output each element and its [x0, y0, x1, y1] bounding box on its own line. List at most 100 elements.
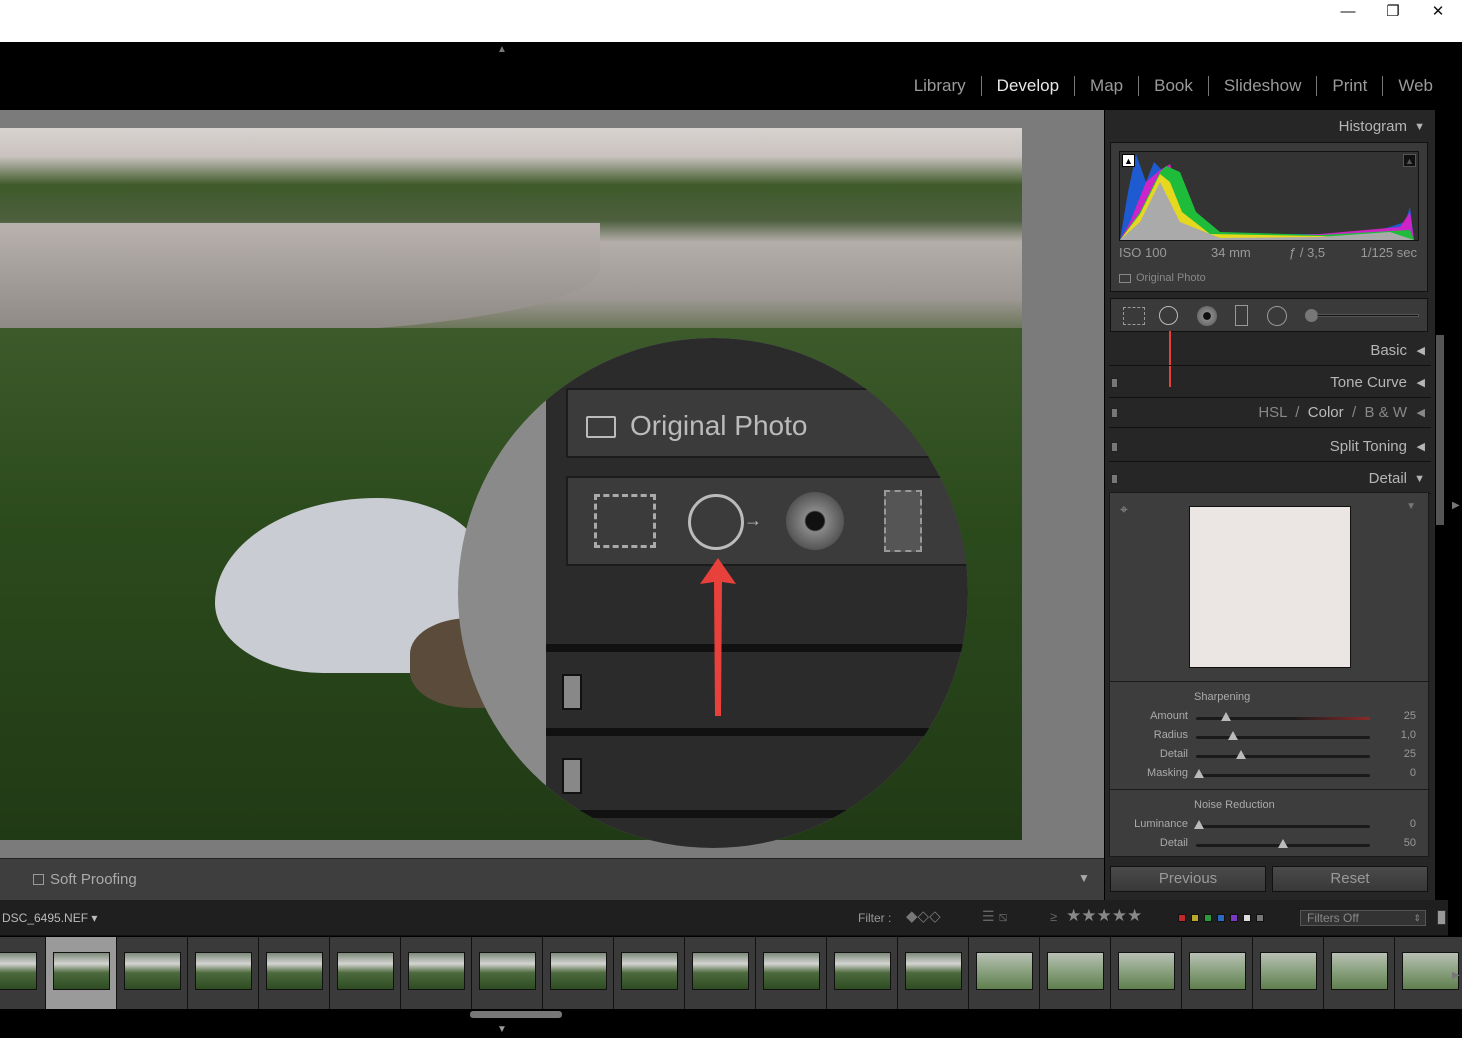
color-label-filter[interactable]	[1256, 914, 1264, 922]
crop-tool-icon[interactable]	[1123, 307, 1145, 325]
panel-split-toning[interactable]: Split Toning ◀	[1109, 432, 1431, 462]
color-label-filter[interactable]	[1178, 914, 1186, 922]
reset-button[interactable]: Reset	[1272, 866, 1428, 892]
highlight-clipping-icon[interactable]: ▲	[1403, 154, 1416, 167]
filmstrip-scrollbar[interactable]	[470, 1011, 562, 1018]
collapse-top-icon[interactable]: ▲	[497, 44, 507, 55]
slider-value[interactable]: 25	[1404, 710, 1416, 722]
graduated-filter-icon[interactable]	[1235, 305, 1248, 326]
filmstrip-thumbnail[interactable]	[827, 937, 898, 1009]
detail-preview[interactable]	[1189, 506, 1351, 668]
slider-value[interactable]: 1,0	[1401, 729, 1416, 741]
edit-filter-icons[interactable]: ☰ ⧅	[982, 908, 1007, 925]
histogram-header[interactable]: Histogram ▼	[1109, 112, 1431, 142]
tool-slider[interactable]	[1317, 314, 1419, 317]
slider-detail[interactable]: Detail 50	[1110, 835, 1430, 854]
slider-track[interactable]	[1196, 736, 1370, 739]
slider-track[interactable]	[1196, 755, 1370, 758]
panel-switch[interactable]	[1111, 442, 1118, 452]
collapse-right-icon[interactable]: ▶	[1452, 500, 1460, 511]
shadow-clipping-icon[interactable]: ▲	[1122, 154, 1135, 167]
panel-tone-curve[interactable]: Tone Curve ◀	[1109, 368, 1431, 398]
filmstrip-thumbnail[interactable]	[188, 937, 259, 1009]
rating-operator[interactable]: ≥	[1050, 909, 1057, 924]
slider-track[interactable]	[1196, 825, 1370, 828]
tab-hsl[interactable]: HSL	[1258, 404, 1287, 421]
color-label-filter[interactable]	[1217, 914, 1225, 922]
module-print[interactable]: Print	[1316, 76, 1382, 96]
preview-menu-icon[interactable]: ▼	[1406, 501, 1416, 512]
slider-thumb[interactable]	[1194, 820, 1205, 829]
color-label-filter[interactable]	[1243, 914, 1251, 922]
slider-value[interactable]: 25	[1404, 748, 1416, 760]
module-web[interactable]: Web	[1382, 76, 1448, 96]
slider-thumb[interactable]	[1220, 712, 1231, 721]
slider-thumb[interactable]	[1227, 731, 1238, 740]
tab-color[interactable]: Color	[1308, 404, 1344, 421]
color-label-filter[interactable]	[1230, 914, 1238, 922]
filename-label[interactable]: DSC_6495.NEF ▾	[2, 911, 97, 925]
slider-luminance[interactable]: Luminance 0	[1110, 816, 1430, 835]
panel-switch[interactable]	[1111, 408, 1118, 418]
filter-lock-switch[interactable]	[1437, 910, 1446, 925]
soft-proofing-checkbox[interactable]	[33, 874, 44, 885]
panel-detail[interactable]: Detail ▼	[1109, 464, 1431, 494]
original-photo-checkbox[interactable]	[1119, 274, 1131, 283]
tab-bw[interactable]: B & W	[1364, 404, 1407, 421]
filmstrip-thumbnail[interactable]	[1040, 937, 1111, 1009]
filmstrip-thumbnail[interactable]	[1111, 937, 1182, 1009]
collapse-bottom-icon[interactable]: ▼	[497, 1024, 507, 1035]
toolbar-menu-icon[interactable]: ▼	[1078, 871, 1090, 885]
filmstrip-thumbnail[interactable]	[898, 937, 969, 1009]
module-library[interactable]: Library	[899, 76, 981, 96]
filmstrip-thumbnail[interactable]	[756, 937, 827, 1009]
radial-filter-icon[interactable]	[1267, 306, 1287, 326]
panel-basic[interactable]: Basic ◀	[1109, 336, 1431, 366]
filmstrip-thumbnail[interactable]	[259, 937, 330, 1009]
slider-thumb[interactable]	[1194, 769, 1205, 778]
filmstrip-thumbnail[interactable]	[1182, 937, 1253, 1009]
filmstrip-thumbnail[interactable]	[401, 937, 472, 1009]
panel-switch[interactable]	[1111, 474, 1118, 484]
slider-detail[interactable]: Detail 25	[1110, 746, 1430, 765]
color-label-filter[interactable]	[1204, 914, 1212, 922]
slider-masking[interactable]: Masking 0	[1110, 765, 1430, 784]
module-book[interactable]: Book	[1138, 76, 1208, 96]
filmstrip-scroll-right-icon[interactable]: ▶	[1452, 970, 1460, 981]
slider-value[interactable]: 0	[1410, 767, 1416, 779]
previous-button[interactable]: Previous	[1110, 866, 1266, 892]
slider-thumb[interactable]	[1278, 839, 1288, 848]
close-button[interactable]: ✕	[1415, 0, 1461, 30]
filmstrip-thumbnail[interactable]	[969, 937, 1040, 1009]
color-label-filter[interactable]	[1191, 914, 1199, 922]
filmstrip-thumbnail[interactable]	[330, 937, 401, 1009]
slider-value[interactable]: 0	[1410, 818, 1416, 830]
filmstrip-thumbnail[interactable]	[472, 937, 543, 1009]
flag-filter-icons[interactable]: ◆◇◇	[906, 907, 941, 925]
module-map[interactable]: Map	[1074, 76, 1138, 96]
panel-hsl-color-bw[interactable]: HSL / Color / B & W ◀	[1109, 398, 1431, 428]
filmstrip-thumbnail[interactable]	[0, 937, 46, 1009]
filmstrip-thumbnail[interactable]	[685, 937, 756, 1009]
panel-switch[interactable]	[1111, 378, 1118, 388]
rating-filter-stars[interactable]: ★★★★★	[1066, 906, 1142, 926]
module-develop[interactable]: Develop	[980, 76, 1074, 96]
module-slideshow[interactable]: Slideshow	[1207, 76, 1317, 96]
filmstrip-thumbnail[interactable]	[543, 937, 614, 1009]
slider-amount[interactable]: Amount 25	[1110, 708, 1430, 727]
filmstrip-thumbnail[interactable]	[46, 937, 117, 1009]
slider-track[interactable]	[1196, 774, 1370, 777]
filmstrip-thumbnail[interactable]	[1324, 937, 1395, 1009]
slider-radius[interactable]: Radius 1,0	[1110, 727, 1430, 746]
target-adjust-icon[interactable]: ⌖	[1120, 501, 1128, 518]
slider-thumb[interactable]	[1236, 750, 1247, 759]
minimize-button[interactable]: —	[1325, 0, 1371, 30]
restore-button[interactable]: ❐	[1370, 0, 1416, 30]
spot-removal-tool-icon[interactable]	[1159, 306, 1178, 325]
filmstrip-thumbnail[interactable]	[614, 937, 685, 1009]
filmstrip-thumbnail[interactable]	[1253, 937, 1324, 1009]
right-panel-scrollbar[interactable]	[1436, 335, 1444, 525]
slider-value[interactable]: 50	[1404, 837, 1416, 849]
filter-preset-select[interactable]: Filters Off ⇕	[1300, 910, 1426, 926]
filmstrip-thumbnail[interactable]	[117, 937, 188, 1009]
